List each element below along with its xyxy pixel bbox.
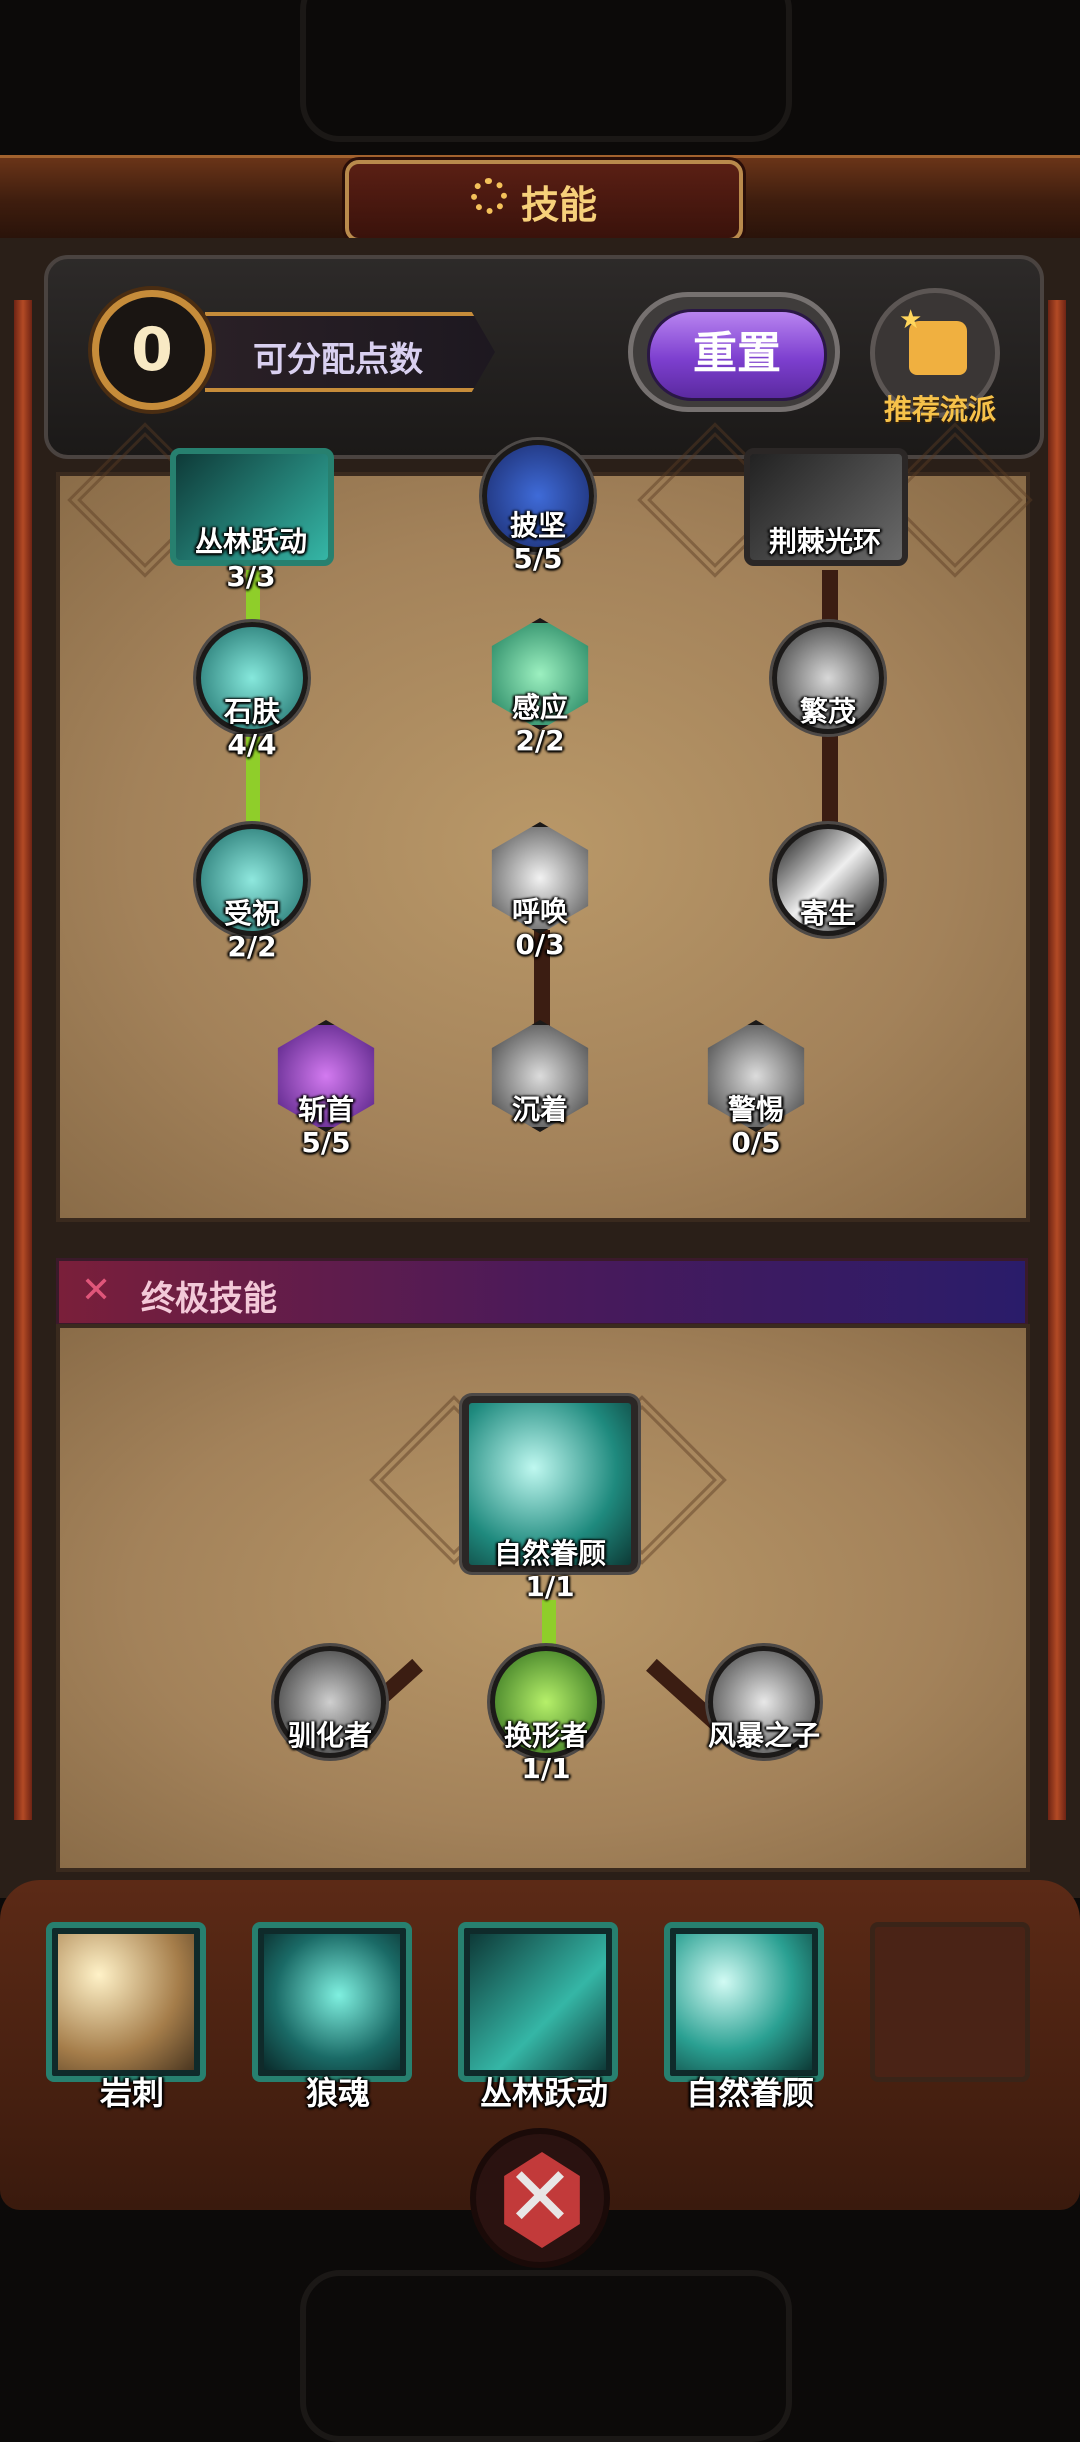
close-button[interactable]: ✕ bbox=[470, 2128, 610, 2268]
points-value: 0 bbox=[131, 315, 173, 385]
skill-node-flourish[interactable]: 繁茂 bbox=[772, 622, 892, 742]
gear-icon bbox=[471, 178, 507, 214]
skill-name: 荆棘光环 bbox=[768, 525, 881, 558]
skill-count: 0/3 bbox=[515, 928, 565, 961]
skill-name: 受祝 bbox=[223, 897, 280, 930]
reset-button[interactable]: 重置 bbox=[628, 292, 840, 412]
skill-name: 丛林跃动 bbox=[194, 525, 307, 558]
ultimate-skill-header: ✕ 终极技能 bbox=[56, 1258, 1028, 1326]
skill-name: 换形者 bbox=[503, 1719, 588, 1752]
frame-rail-right bbox=[1048, 300, 1066, 1820]
ultimate-node-storm-child[interactable]: 风暴之子 bbox=[708, 1646, 828, 1766]
skill-node-composure[interactable]: 沉着 bbox=[484, 1020, 604, 1140]
skill-name: 寄生 bbox=[799, 897, 856, 930]
close-icon: ✕ bbox=[505, 2150, 575, 2245]
skill-node-thorn-aura[interactable]: 荆棘光环 bbox=[744, 448, 914, 568]
equipped-slot-5-empty[interactable] bbox=[870, 1922, 1030, 2082]
equipped-slot-4[interactable]: 自然眷顾 bbox=[664, 1922, 824, 2112]
skill-node-summon[interactable]: 呼唤 0/3 bbox=[484, 822, 604, 961]
reset-button-face[interactable]: 重置 bbox=[647, 309, 827, 401]
slot-label: 狼魂 bbox=[305, 2074, 370, 2112]
skill-name: 呼唤 bbox=[511, 895, 568, 928]
recommend-build-label[interactable]: 推荐流派 bbox=[870, 388, 1010, 428]
ultimate-title: 终极技能 bbox=[141, 1279, 277, 1319]
slot-label: 丛林跃动 bbox=[479, 2074, 608, 2112]
skill-name: 自然眷顾 bbox=[493, 1537, 606, 1570]
background-ornament bbox=[300, 2270, 792, 2442]
skill-name: 披坚 bbox=[509, 509, 566, 542]
page-title: 技能 bbox=[521, 183, 598, 227]
nature-favor-icon bbox=[676, 1934, 812, 2070]
skill-count: 4/4 bbox=[227, 728, 277, 761]
skill-node-stoneskin[interactable]: 石肤 4/4 bbox=[196, 622, 316, 761]
ultimate-node-nature-favor[interactable]: 自然眷顾 1/1 bbox=[462, 1396, 638, 1603]
skill-name: 驯化者 bbox=[287, 1719, 372, 1752]
skill-name: 警惕 bbox=[727, 1093, 784, 1126]
jungle-leap-icon bbox=[470, 1934, 606, 2070]
wolf-spirit-icon bbox=[264, 1934, 400, 2070]
ultimate-node-tamer[interactable]: 驯化者 bbox=[274, 1646, 394, 1766]
skill-count: 3/3 bbox=[226, 560, 276, 593]
points-label-bar: 可分配点数 bbox=[205, 312, 495, 392]
points-counter: 0 bbox=[92, 290, 212, 410]
reset-button-label: 重置 bbox=[693, 328, 781, 379]
skill-name: 风暴之子 bbox=[707, 1719, 820, 1752]
frame-rail-left bbox=[14, 300, 32, 1820]
equipped-slot-3[interactable]: 丛林跃动 bbox=[458, 1922, 618, 2112]
background-ornament bbox=[300, 0, 792, 142]
skill-node-jungle-leap[interactable]: 丛林跃动 3/3 bbox=[170, 448, 340, 593]
skill-name: 感应 bbox=[511, 691, 568, 724]
skill-name: 斩首 bbox=[297, 1093, 354, 1126]
skill-count: 5/5 bbox=[301, 1126, 351, 1159]
skill-node-parasite[interactable]: 寄生 bbox=[772, 824, 892, 944]
skill-count: 0/5 bbox=[731, 1126, 781, 1159]
skill-name: 石肤 bbox=[223, 695, 280, 728]
skill-node-blessed[interactable]: 受祝 2/2 bbox=[196, 824, 316, 963]
skill-name: 沉着 bbox=[511, 1093, 568, 1126]
points-label: 可分配点数 bbox=[253, 340, 423, 380]
header-title-plate: 技能 bbox=[345, 160, 743, 242]
skill-count: 5/5 bbox=[513, 542, 563, 575]
crossed-swords-icon: ✕ bbox=[81, 1270, 112, 1311]
equipped-slot-2[interactable]: 狼魂 bbox=[252, 1922, 412, 2112]
equipped-slot-1[interactable]: 岩刺 bbox=[46, 1922, 206, 2112]
rock-spike-icon bbox=[58, 1934, 194, 2070]
skill-name: 繁茂 bbox=[799, 695, 856, 728]
skill-node-sense[interactable]: 感应 2/2 bbox=[484, 618, 604, 757]
skill-node-behead[interactable]: 斩首 5/5 bbox=[270, 1020, 390, 1159]
skill-node-vigilance[interactable]: 警惕 0/5 bbox=[700, 1020, 820, 1159]
slot-label: 自然眷顾 bbox=[685, 2074, 814, 2112]
connector-line bbox=[822, 570, 838, 630]
skill-count: 1/1 bbox=[525, 1570, 575, 1603]
ultimate-node-shapeshifter[interactable]: 换形者 1/1 bbox=[490, 1646, 610, 1785]
skill-node-armor[interactable]: 披坚 5/5 bbox=[482, 420, 602, 575]
star-icon: ★ bbox=[899, 305, 923, 335]
skill-count: 1/1 bbox=[521, 1752, 571, 1785]
slot-label: 岩刺 bbox=[99, 2074, 164, 2112]
skill-count: 2/2 bbox=[227, 930, 277, 963]
skill-count: 2/2 bbox=[515, 724, 565, 757]
